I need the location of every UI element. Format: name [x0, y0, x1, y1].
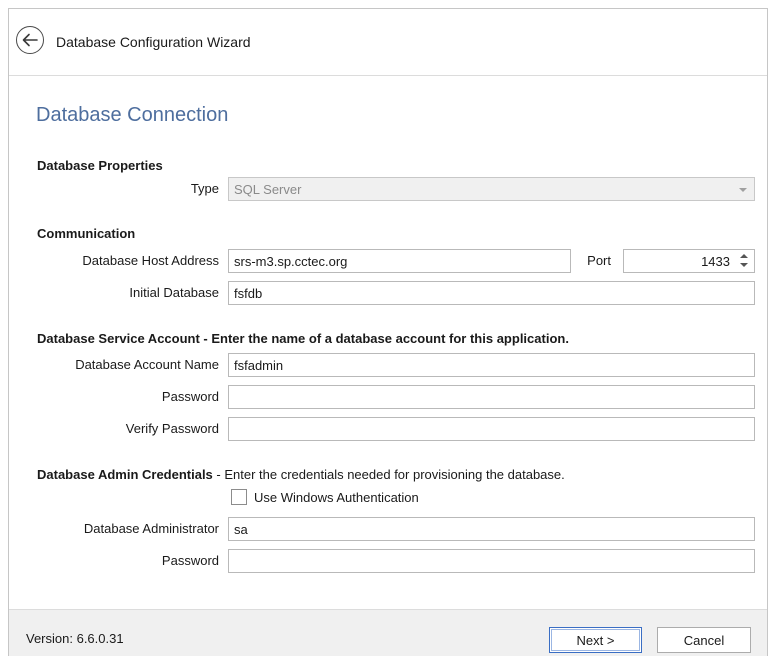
- admin-password-input[interactable]: [228, 549, 755, 573]
- initial-database-input[interactable]: [228, 281, 755, 305]
- cancel-button[interactable]: Cancel: [657, 627, 751, 653]
- type-select-value: SQL Server: [234, 182, 302, 197]
- windows-auth-checkbox[interactable]: [231, 489, 247, 505]
- page-title: Database Connection: [36, 104, 229, 126]
- verify-password-label: Verify Password: [125, 421, 219, 436]
- service-account-heading: Database Service Account - Enter the nam…: [37, 331, 569, 346]
- account-name-input[interactable]: [228, 353, 755, 377]
- initial-database-label: Initial Database: [129, 285, 219, 300]
- admin-label: Database Administrator: [83, 521, 219, 536]
- account-name-label: Database Account Name: [75, 357, 219, 372]
- admin-credentials-description: - Enter the credentials needed for provi…: [212, 467, 565, 482]
- type-select: SQL Server: [228, 177, 755, 201]
- wizard-window: Database Configuration Wizard Database C…: [8, 8, 768, 656]
- admin-credentials-title: Database Admin Credentials: [37, 467, 213, 482]
- chevron-down-icon: [739, 188, 747, 192]
- communication-heading: Communication: [37, 226, 136, 241]
- admin-input[interactable]: [228, 517, 755, 541]
- windows-auth-label[interactable]: Use Windows Authentication: [254, 490, 419, 505]
- port-stepper[interactable]: 1433: [623, 249, 755, 273]
- service-password-label: Password: [161, 389, 219, 404]
- wizard-title: Database Configuration Wizard: [56, 34, 251, 50]
- service-password-input[interactable]: [228, 385, 755, 409]
- admin-credentials-heading: Database Admin Credentials - Enter the c…: [37, 467, 565, 482]
- port-label: Port: [587, 253, 611, 268]
- admin-password-label: Password: [161, 553, 219, 568]
- version-label: Version: 6.6.0.31: [26, 631, 124, 646]
- wizard-header: Database Configuration Wizard: [9, 9, 767, 76]
- arrow-left-icon: [22, 33, 38, 47]
- type-label: Type: [190, 181, 219, 196]
- chevron-up-icon[interactable]: [740, 254, 748, 258]
- wizard-footer: Version: 6.6.0.31 Next > Cancel: [9, 609, 767, 656]
- spinner-icon[interactable]: [739, 253, 749, 269]
- chevron-down-icon[interactable]: [740, 263, 748, 267]
- next-button[interactable]: Next >: [549, 627, 642, 653]
- back-button[interactable]: [16, 26, 44, 54]
- database-properties-heading: Database Properties: [37, 158, 163, 173]
- verify-password-input[interactable]: [228, 417, 755, 441]
- port-value: 1433: [701, 254, 730, 269]
- host-input[interactable]: [228, 249, 571, 273]
- host-label: Database Host Address: [82, 253, 219, 268]
